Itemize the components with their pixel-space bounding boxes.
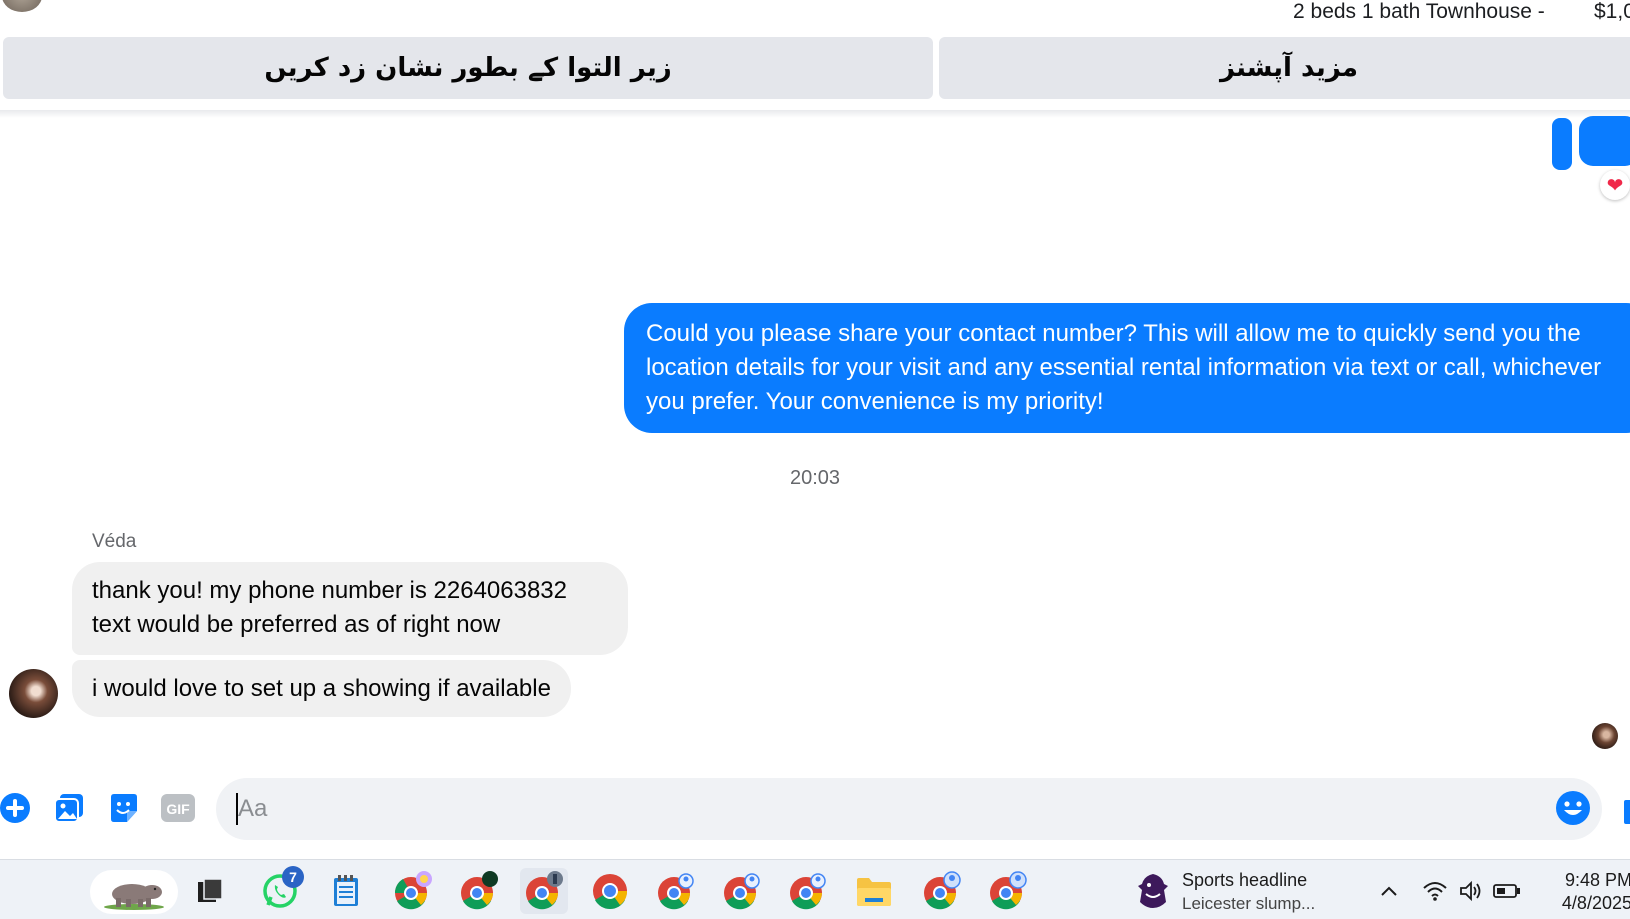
incoming-message[interactable]: thank you! my phone number is 2264063832… — [72, 562, 628, 655]
chrome-profile-icon[interactable] — [520, 868, 568, 914]
clock-time[interactable]: 9:48 PM — [1532, 870, 1630, 891]
listing-price: $1,0 — [1594, 0, 1630, 23]
notification-badge: 7 — [282, 866, 304, 888]
file-explorer-icon[interactable] — [850, 868, 898, 914]
chevron-up-icon[interactable] — [1374, 876, 1404, 906]
mark-pending-button[interactable]: زیر التوا کے بطور نشان زد کریں — [3, 37, 933, 99]
heart-reaction-icon[interactable]: ❤ — [1600, 170, 1630, 200]
outgoing-message-partial[interactable] — [1552, 118, 1572, 170]
chrome-profile-icon[interactable] — [718, 868, 766, 914]
message-input[interactable] — [216, 778, 1602, 840]
premier-league-icon — [1136, 872, 1170, 914]
photo-icon[interactable] — [51, 790, 87, 826]
wifi-icon[interactable] — [1420, 876, 1450, 906]
windows-taskbar: 7 Sports headline Leicester slump... 9:4… — [0, 859, 1630, 919]
news-headline-text: Leicester slump... — [1182, 894, 1316, 913]
emoji-icon[interactable] — [1555, 790, 1591, 826]
sender-name: Véda — [92, 531, 137, 552]
task-view-icon[interactable] — [186, 868, 234, 914]
chrome-profile-icon[interactable] — [389, 868, 437, 914]
whatsapp-icon[interactable]: 7 — [256, 866, 304, 914]
volume-icon[interactable] — [1456, 876, 1486, 906]
notepad-icon[interactable] — [322, 868, 370, 914]
chrome-profile-icon[interactable] — [455, 868, 503, 914]
outgoing-message[interactable]: Could you please share your contact numb… — [624, 303, 1630, 433]
gif-icon[interactable]: GIF — [160, 790, 196, 826]
listing-avatar — [2, 0, 42, 12]
seen-indicator-avatar — [1592, 723, 1618, 749]
chrome-profile-icon[interactable] — [918, 868, 966, 914]
more-options-button[interactable]: مزید آپشنز — [939, 37, 1630, 99]
chrome-profile-icon[interactable] — [652, 868, 700, 914]
message-timestamp: 20:03 — [789, 467, 841, 489]
plus-icon[interactable] — [0, 790, 33, 826]
listing-title[interactable]: 2 beds 1 bath Townhouse - — [1293, 0, 1545, 24]
contact-avatar[interactable] — [9, 669, 58, 718]
listing-action-bar: زیر التوا کے بطور نشان زد کریں مزید آپشن… — [0, 35, 1630, 99]
chrome-profile-icon[interactable] — [784, 868, 832, 914]
news-widget[interactable]: Sports headline Leicester slump... — [1130, 866, 1330, 916]
message-composer: GIF — [0, 775, 1630, 845]
header-divider — [0, 110, 1630, 118]
incoming-message[interactable]: i would love to set up a showing if avai… — [72, 660, 571, 717]
outgoing-message-partial[interactable] — [1579, 116, 1630, 166]
chrome-icon[interactable] — [586, 868, 634, 914]
hippo-widget-icon[interactable] — [90, 870, 178, 914]
battery-icon[interactable] — [1492, 876, 1522, 906]
sticker-icon[interactable] — [106, 790, 142, 826]
text-caret — [236, 793, 238, 825]
chrome-profile-icon[interactable] — [984, 868, 1032, 914]
svg-text:GIF: GIF — [166, 801, 190, 817]
news-headline-title: Sports headline — [1182, 870, 1308, 890]
clock-date[interactable]: 4/8/2025 — [1532, 893, 1630, 914]
send-button[interactable] — [1624, 800, 1630, 824]
